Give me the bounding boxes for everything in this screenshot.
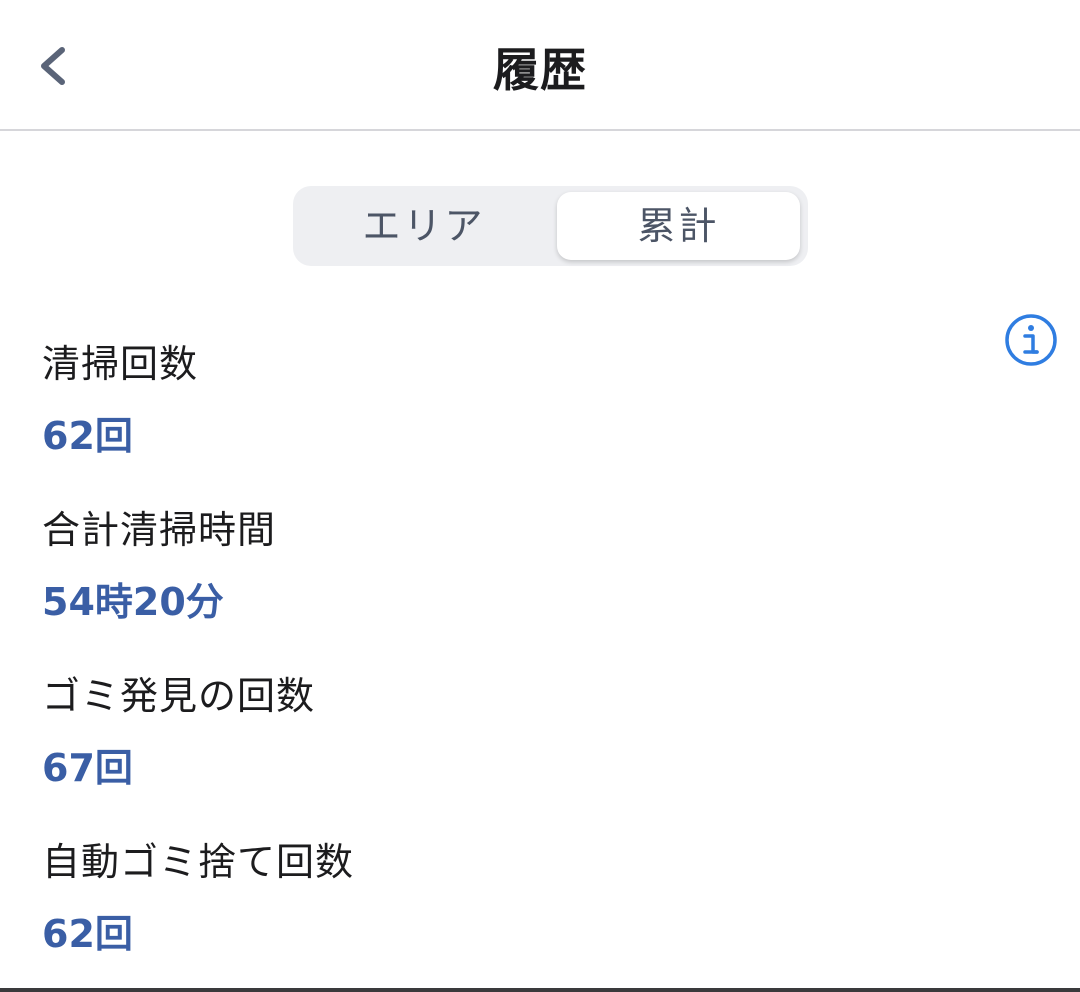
info-button[interactable] [1003, 312, 1059, 368]
stat-value: 62回 [42, 414, 133, 458]
navigation-bar: 履歴 [0, 0, 1080, 131]
segment-total[interactable]: 累計 [557, 192, 800, 260]
info-circle-icon [1005, 314, 1057, 366]
stat-auto-empty-count: 自動ゴミ捨て回数 62回 [42, 840, 354, 956]
stat-label: 合計清掃時間 [42, 508, 277, 552]
stat-value: 54時20分 [42, 580, 224, 624]
segmented-control: エリア 累計 [293, 186, 808, 266]
bottom-divider [0, 988, 1080, 992]
stat-label: 清掃回数 [42, 342, 199, 386]
stat-dirt-detected-count: ゴミ発見の回数 67回 [42, 674, 315, 790]
page-title: 履歴 [493, 43, 587, 97]
stat-cleaning-count: 清掃回数 62回 [42, 342, 198, 458]
stat-value: 62回 [42, 912, 133, 956]
stat-label: 自動ゴミ捨て回数 [42, 840, 355, 884]
stat-label: ゴミ発見の回数 [42, 674, 316, 718]
stat-total-cleaning-time: 合計清掃時間 54時20分 [42, 508, 276, 624]
segment-area[interactable]: エリア [299, 192, 549, 260]
stat-value: 67回 [42, 746, 133, 790]
